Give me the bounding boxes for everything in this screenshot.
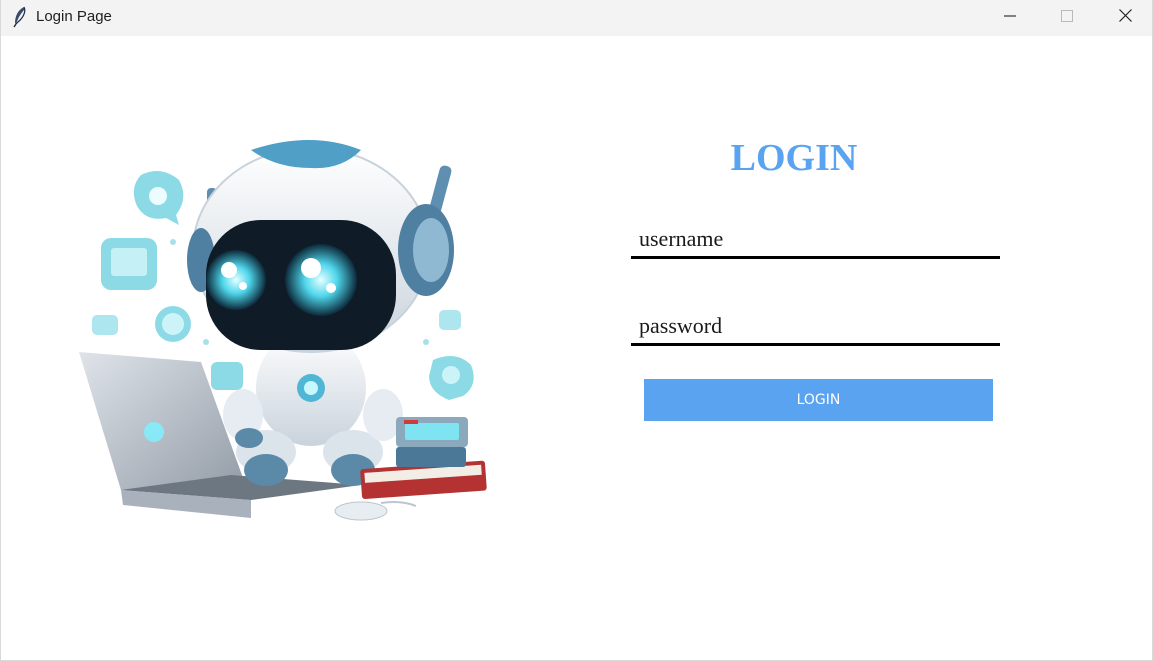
close-icon [1118,9,1132,27]
minimize-icon [1004,9,1016,27]
close-button[interactable] [1096,0,1152,36]
robot-illustration [61,120,501,530]
minimize-button[interactable] [981,0,1039,36]
maximize-button[interactable] [1038,0,1096,36]
maximize-icon [1061,9,1073,27]
window-title: Login Page [36,8,112,25]
username-input[interactable] [631,219,1000,259]
title-bar[interactable]: Login Page [1,0,1152,36]
login-button[interactable]: LOGIN [644,379,993,421]
login-heading: LOGIN [730,137,858,179]
robot-with-laptop-image [79,140,487,521]
login-window: Login Page LOGIN username LOGIN [0,0,1153,661]
feather-icon [12,6,28,28]
password-input[interactable] [631,306,1000,346]
